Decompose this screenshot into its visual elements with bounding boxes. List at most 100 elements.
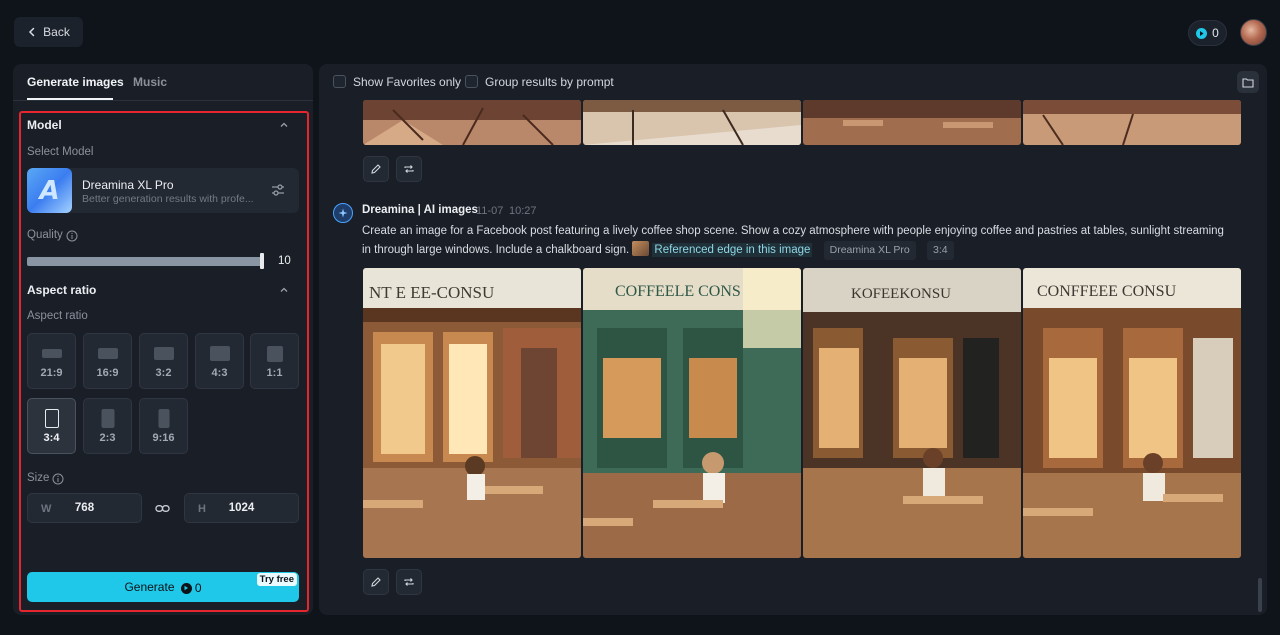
chevron-up-icon[interactable] xyxy=(279,120,289,130)
ratio-1-1[interactable]: 1:1 xyxy=(250,333,299,389)
message-time: 10:27 xyxy=(509,205,537,217)
size-label: Size xyxy=(27,472,50,484)
back-button[interactable]: Back xyxy=(14,17,83,47)
ratio-shape-icon xyxy=(41,349,62,358)
model-name: Dreamina XL Pro xyxy=(82,178,174,192)
previous-image-1[interactable] xyxy=(363,100,581,145)
model-description: Better generation results with profe... xyxy=(82,193,254,205)
ratio-label: 3:2 xyxy=(155,367,172,379)
info-icon[interactable] xyxy=(66,230,78,242)
sliders-icon[interactable] xyxy=(271,183,285,197)
height-value: 1024 xyxy=(228,502,255,514)
aspect-ratio-title: Aspect ratio xyxy=(27,283,97,297)
model-section-title: Model xyxy=(27,118,62,132)
regenerate-button[interactable] xyxy=(396,156,422,182)
model-thumbnail: A xyxy=(27,168,72,213)
folder-button[interactable] xyxy=(1237,71,1259,93)
previous-image-2[interactable] xyxy=(583,100,801,145)
dreamina-icon xyxy=(333,203,353,223)
sign-text-4: CONFFEEE CONSU xyxy=(1037,283,1177,300)
avatar[interactable] xyxy=(1240,19,1267,46)
edit-button[interactable] xyxy=(363,156,389,182)
generated-image-3[interactable]: KOFEEKONSU xyxy=(803,268,1021,558)
model-selector[interactable]: A Dreamina XL Pro Better generation resu… xyxy=(27,168,299,213)
ratio-label: 16:9 xyxy=(96,367,119,379)
pencil-icon xyxy=(371,164,381,174)
ratio-label: 21:9 xyxy=(40,367,63,379)
ratio-tag: 3:4 xyxy=(926,240,954,260)
reference-thumbnail[interactable] xyxy=(632,240,650,256)
repeat-icon xyxy=(404,578,414,586)
folder-icon xyxy=(1242,77,1254,88)
info-icon[interactable] xyxy=(52,473,64,485)
regenerate-button[interactable] xyxy=(396,569,422,595)
sign-text-2: COFFEELE CONS xyxy=(615,283,741,300)
active-tab-indicator xyxy=(27,98,113,100)
link-icon[interactable] xyxy=(155,501,170,516)
scrollbar[interactable] xyxy=(1258,578,1262,612)
ratio-shape-icon xyxy=(101,409,114,428)
ratio-3-4[interactable]: 3:4 xyxy=(27,398,76,454)
credit-icon xyxy=(1196,27,1208,39)
ratio-9-16[interactable]: 9:16 xyxy=(139,398,188,454)
generated-image-2[interactable]: COFFEELE CONS xyxy=(583,268,801,558)
ratio-shape-icon xyxy=(97,348,118,359)
quality-slider-handle[interactable] xyxy=(260,253,264,269)
reference-link[interactable]: Referenced edge in this image xyxy=(652,242,813,257)
height-field[interactable]: H 1024 xyxy=(184,493,299,523)
try-free-badge: Try free xyxy=(256,573,297,586)
message-date: 11-07 xyxy=(476,205,504,217)
favorites-checkbox[interactable] xyxy=(333,75,346,88)
generate-button[interactable]: Generate 0 Try free xyxy=(27,572,299,602)
group-checkbox[interactable] xyxy=(465,75,478,88)
generated-image-1[interactable]: NT E EE-CONSU xyxy=(363,268,581,558)
select-model-label: Select Model xyxy=(27,146,94,158)
group-label: Group results by prompt xyxy=(485,75,614,89)
ratio-label: 3:4 xyxy=(43,432,60,444)
previous-image-4[interactable] xyxy=(1023,100,1241,145)
quality-label: Quality xyxy=(27,229,63,241)
tab-bar: Generate images Music xyxy=(13,64,313,101)
ratio-shape-icon xyxy=(158,409,169,428)
repeat-icon xyxy=(404,165,414,173)
ratio-shape-icon xyxy=(44,409,59,428)
ratio-2-3[interactable]: 2:3 xyxy=(83,398,132,454)
quality-value: 10 xyxy=(278,255,291,267)
width-field[interactable]: W 768 xyxy=(27,493,142,523)
ratio-label: 2:3 xyxy=(99,432,116,444)
generate-cost: 0 xyxy=(194,581,202,595)
prompt-text: Create an image for a Facebook post feat… xyxy=(362,223,1232,260)
ratio-shape-icon xyxy=(153,347,174,360)
ratio-shape-icon xyxy=(209,346,230,361)
pencil-icon xyxy=(371,577,381,587)
sign-text-1: NT E EE-CONSU xyxy=(369,283,494,302)
chevron-left-icon xyxy=(29,27,35,37)
ratio-label: 9:16 xyxy=(152,432,175,444)
ratio-21-9[interactable]: 21:9 xyxy=(27,333,76,389)
chevron-up-icon[interactable] xyxy=(279,285,289,295)
credit-icon xyxy=(180,582,192,594)
back-label: Back xyxy=(43,25,70,39)
message-author: Dreamina | AI images xyxy=(362,204,478,216)
ratio-label: 4:3 xyxy=(211,367,228,379)
ratio-shape-icon xyxy=(266,346,283,362)
tab-generate-images[interactable]: Generate images xyxy=(27,75,124,89)
width-value: 768 xyxy=(74,502,95,514)
favorites-label: Show Favorites only xyxy=(353,75,462,89)
ratio-3-2[interactable]: 3:2 xyxy=(139,333,188,389)
generate-label: Generate xyxy=(124,580,175,594)
credits-count: 0 xyxy=(1212,26,1219,40)
ratio-16-9[interactable]: 16:9 xyxy=(83,333,132,389)
generated-image-4[interactable]: CONFFEEE CONSU xyxy=(1023,268,1241,558)
ratio-label: 1:1 xyxy=(266,367,283,379)
model-tag: Dreamina XL Pro xyxy=(823,240,916,260)
tab-music[interactable]: Music xyxy=(133,75,167,89)
ratio-4-3[interactable]: 4:3 xyxy=(195,333,244,389)
previous-image-3[interactable] xyxy=(803,100,1021,145)
quality-slider[interactable] xyxy=(27,257,264,266)
aspect-ratio-label: Aspect ratio xyxy=(27,310,88,322)
edit-button[interactable] xyxy=(363,569,389,595)
results-panel: Show Favorites only Group results by pro… xyxy=(319,64,1267,615)
credits-badge[interactable]: 0 xyxy=(1188,20,1227,46)
model-logo-icon: A xyxy=(39,175,60,206)
